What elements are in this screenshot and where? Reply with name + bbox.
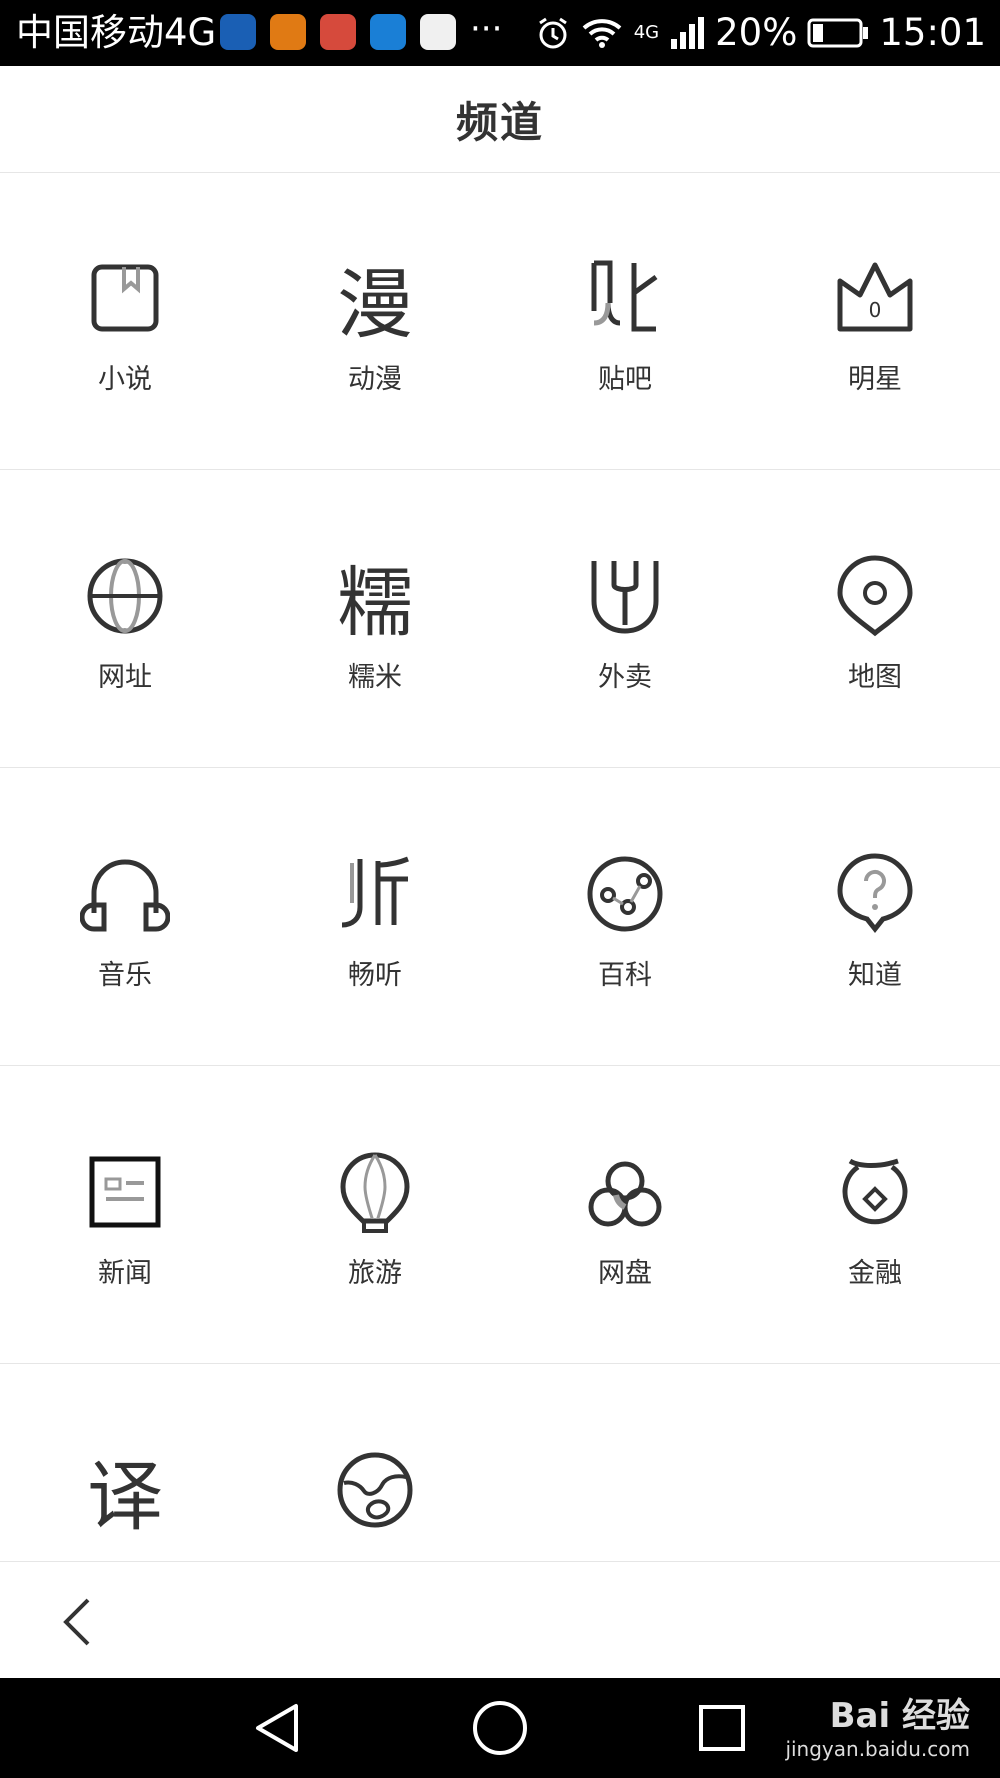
- status-bar: 中国移动4G ··· 4G 20% 15:01: [0, 0, 1000, 66]
- channel-translate[interactable]: 译: [0, 1365, 250, 1561]
- alarm-icon: [538, 17, 567, 49]
- channel-label: 小说: [98, 364, 152, 395]
- channel-map[interactable]: 地图: [750, 471, 1000, 767]
- channel-label: 音乐: [98, 960, 152, 991]
- channel-music[interactable]: 音乐: [0, 769, 250, 1065]
- tieba-icon: [591, 260, 658, 332]
- balloon-icon: [340, 1152, 410, 1233]
- channel-earth[interactable]: [250, 1365, 500, 1561]
- channel-label: 畅听: [348, 960, 402, 991]
- channel-label: 明星: [848, 364, 902, 395]
- map-pin-icon: [837, 555, 913, 637]
- nav-back-button[interactable]: [246, 1696, 310, 1760]
- channel-row: 新闻 旅游 网盘 金融: [0, 1067, 1000, 1364]
- manga-glyph: 漫: [337, 260, 413, 343]
- globe-icon: [87, 558, 163, 634]
- finance-icon: [842, 1158, 908, 1225]
- channel-label: 动漫: [348, 364, 402, 395]
- channel-manga[interactable]: 漫 动漫: [250, 173, 500, 469]
- channel-label: 贴吧: [598, 364, 652, 395]
- channel-label: 百科: [598, 960, 652, 991]
- wifi-icon: [582, 19, 622, 48]
- channel-label: 旅游: [348, 1258, 402, 1289]
- bottom-toolbar: [0, 1561, 1000, 1679]
- shield-app-icon: [220, 14, 256, 50]
- channel-tieba[interactable]: 贴吧: [500, 173, 750, 469]
- channel-listen[interactable]: 畅听: [250, 769, 500, 1065]
- system-nav-bar: Bai 经验 jingyan.baidu.com: [0, 1678, 1000, 1778]
- clock: 15:01: [879, 11, 986, 54]
- baidu-jingyan-watermark: Bai 经验 jingyan.baidu.com: [785, 1688, 970, 1761]
- channel-row: 小说 漫 动漫 贴吧 0 明星: [0, 173, 1000, 470]
- message-app-icon: [370, 14, 406, 50]
- headphones-icon: [80, 859, 170, 932]
- health-app-icon: [270, 14, 306, 50]
- channel-row: 译: [0, 1365, 1000, 1561]
- channel-travel[interactable]: 旅游: [250, 1067, 500, 1363]
- channel-finance[interactable]: 金融: [750, 1067, 1000, 1363]
- mail-app-icon: [320, 14, 356, 50]
- manga-icon: 漫: [337, 260, 413, 343]
- book-icon: [91, 264, 159, 332]
- listen-icon: [341, 856, 409, 928]
- translate-glyph: 译: [87, 1452, 163, 1535]
- battery-icon: [807, 18, 869, 48]
- watermark-line1: Bai 经验: [829, 1696, 970, 1736]
- translate-icon: 译: [87, 1452, 163, 1535]
- crown-zero: 0: [869, 298, 882, 322]
- status-right: 4G 20% 15:01: [536, 8, 986, 58]
- page-title: 频道: [455, 97, 544, 147]
- more-notifications-indicator: ···: [470, 9, 503, 49]
- crown-icon: 0: [837, 262, 913, 332]
- channel-label: 地图: [848, 662, 902, 693]
- notification-icons: [220, 14, 456, 50]
- channel-baike[interactable]: 百科: [500, 769, 750, 1065]
- nav-recents-button[interactable]: [690, 1696, 754, 1760]
- channel-label: 外卖: [598, 662, 652, 693]
- channel-star[interactable]: 0 明星: [750, 173, 1000, 469]
- nav-home-button[interactable]: [468, 1696, 532, 1760]
- baike-icon: [587, 856, 663, 932]
- question-icon: [837, 853, 913, 934]
- page-header: 频道: [0, 66, 1000, 173]
- nuomi-icon: 糯: [337, 558, 413, 641]
- news-icon: [89, 1156, 161, 1228]
- channel-label: 金融: [848, 1258, 902, 1289]
- channel-url[interactable]: 网址: [0, 471, 250, 767]
- battery-percent: 20%: [715, 11, 798, 54]
- carrier-label: 中国移动4G: [16, 11, 217, 54]
- channel-takeout[interactable]: 外卖: [500, 471, 750, 767]
- channel-label: 知道: [848, 960, 902, 991]
- channel-zhidao[interactable]: 知道: [750, 769, 1000, 1065]
- channel-label: 网盘: [598, 1258, 652, 1289]
- channel-nuomi[interactable]: 糯 糯米: [250, 471, 500, 767]
- qq-app-icon: [420, 14, 456, 50]
- network-type-label: 4G: [633, 22, 660, 43]
- back-button[interactable]: [52, 1592, 102, 1652]
- channel-label: 糯米: [348, 662, 402, 693]
- channel-label: 网址: [98, 662, 152, 693]
- earth-icon: [337, 1452, 413, 1528]
- channel-label: 新闻: [98, 1258, 152, 1289]
- channel-row: 网址 糯 糯米 外卖 地图: [0, 471, 1000, 768]
- channel-row: 音乐 畅听 百科 知道: [0, 769, 1000, 1066]
- signal-icon: [671, 17, 705, 49]
- channel-news[interactable]: 新闻: [0, 1067, 250, 1363]
- channel-cloud-disk[interactable]: 网盘: [500, 1067, 750, 1363]
- watermark-line2: jingyan.baidu.com: [785, 1737, 970, 1761]
- fork-icon: [591, 561, 659, 634]
- channel-novel[interactable]: 小说: [0, 173, 250, 469]
- nuomi-glyph: 糯: [337, 558, 413, 641]
- cloud-disk-icon: [588, 1161, 662, 1227]
